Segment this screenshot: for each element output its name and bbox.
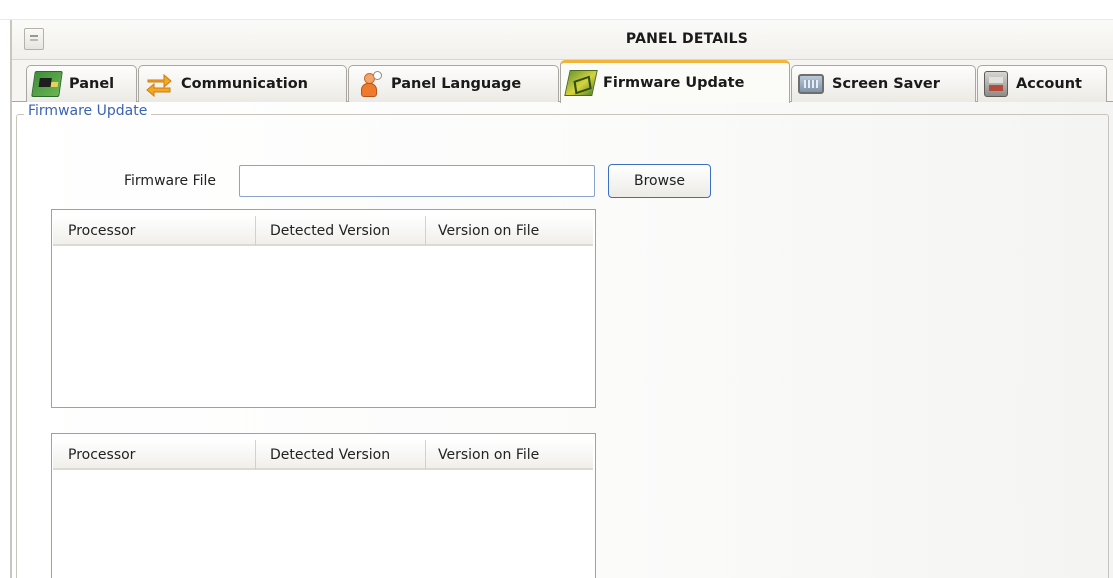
tab-firmware-update[interactable]: Firmware Update (560, 60, 790, 103)
tab-label: Screen Saver (832, 76, 940, 92)
tab-communication[interactable]: Communication (138, 65, 347, 102)
tab-screen-saver[interactable]: Screen Saver (791, 65, 976, 102)
column-header-detected-version[interactable]: Detected Version (256, 216, 426, 246)
column-header-version-on-file[interactable]: Version on File (426, 216, 593, 246)
firmware-update-panel: Firmware Update Firmware File Browse Pro… (12, 102, 1113, 578)
tab-bar: Panel Communication Panel Language Firmw… (12, 60, 1113, 103)
account-device-icon (984, 71, 1008, 97)
table-header: Processor Detected Version Version on Fi… (53, 216, 593, 246)
window-app-icon[interactable] (24, 28, 44, 50)
tab-panel-language[interactable]: Panel Language (348, 65, 559, 102)
title-bar: PANEL DETAILS (12, 20, 1113, 60)
tab-label: Firmware Update (603, 75, 745, 91)
chip-update-icon (564, 70, 598, 96)
processor-version-table-2: Processor Detected Version Version on Fi… (51, 433, 596, 578)
table-header: Processor Detected Version Version on Fi… (53, 440, 593, 470)
circuit-board-icon (31, 71, 63, 97)
window-title: PANEL DETAILS (625, 31, 749, 47)
browse-button[interactable]: Browse (608, 164, 711, 198)
tab-label: Communication (181, 76, 309, 92)
panel-details-window: PANEL DETAILS Panel Communication Panel … (10, 20, 1113, 578)
firmware-file-input[interactable] (239, 165, 595, 197)
top-strip (0, 0, 1113, 20)
column-header-detected-version[interactable]: Detected Version (256, 440, 426, 470)
tab-label: Panel (69, 76, 115, 92)
tab-panel[interactable]: Panel (26, 65, 137, 102)
column-header-processor[interactable]: Processor (53, 440, 256, 470)
transfer-arrows-icon (145, 71, 173, 97)
tab-account[interactable]: Account (977, 65, 1107, 102)
column-header-version-on-file[interactable]: Version on File (426, 440, 593, 470)
tab-label: Account (1016, 76, 1082, 92)
firmware-file-label: Firmware File (124, 173, 217, 189)
person-speech-icon (355, 71, 383, 97)
tab-label: Panel Language (391, 76, 522, 92)
group-title: Firmware Update (24, 103, 152, 119)
column-header-processor[interactable]: Processor (53, 216, 256, 246)
processor-version-table: Processor Detected Version Version on Fi… (51, 209, 596, 408)
monitor-icon (798, 74, 824, 94)
